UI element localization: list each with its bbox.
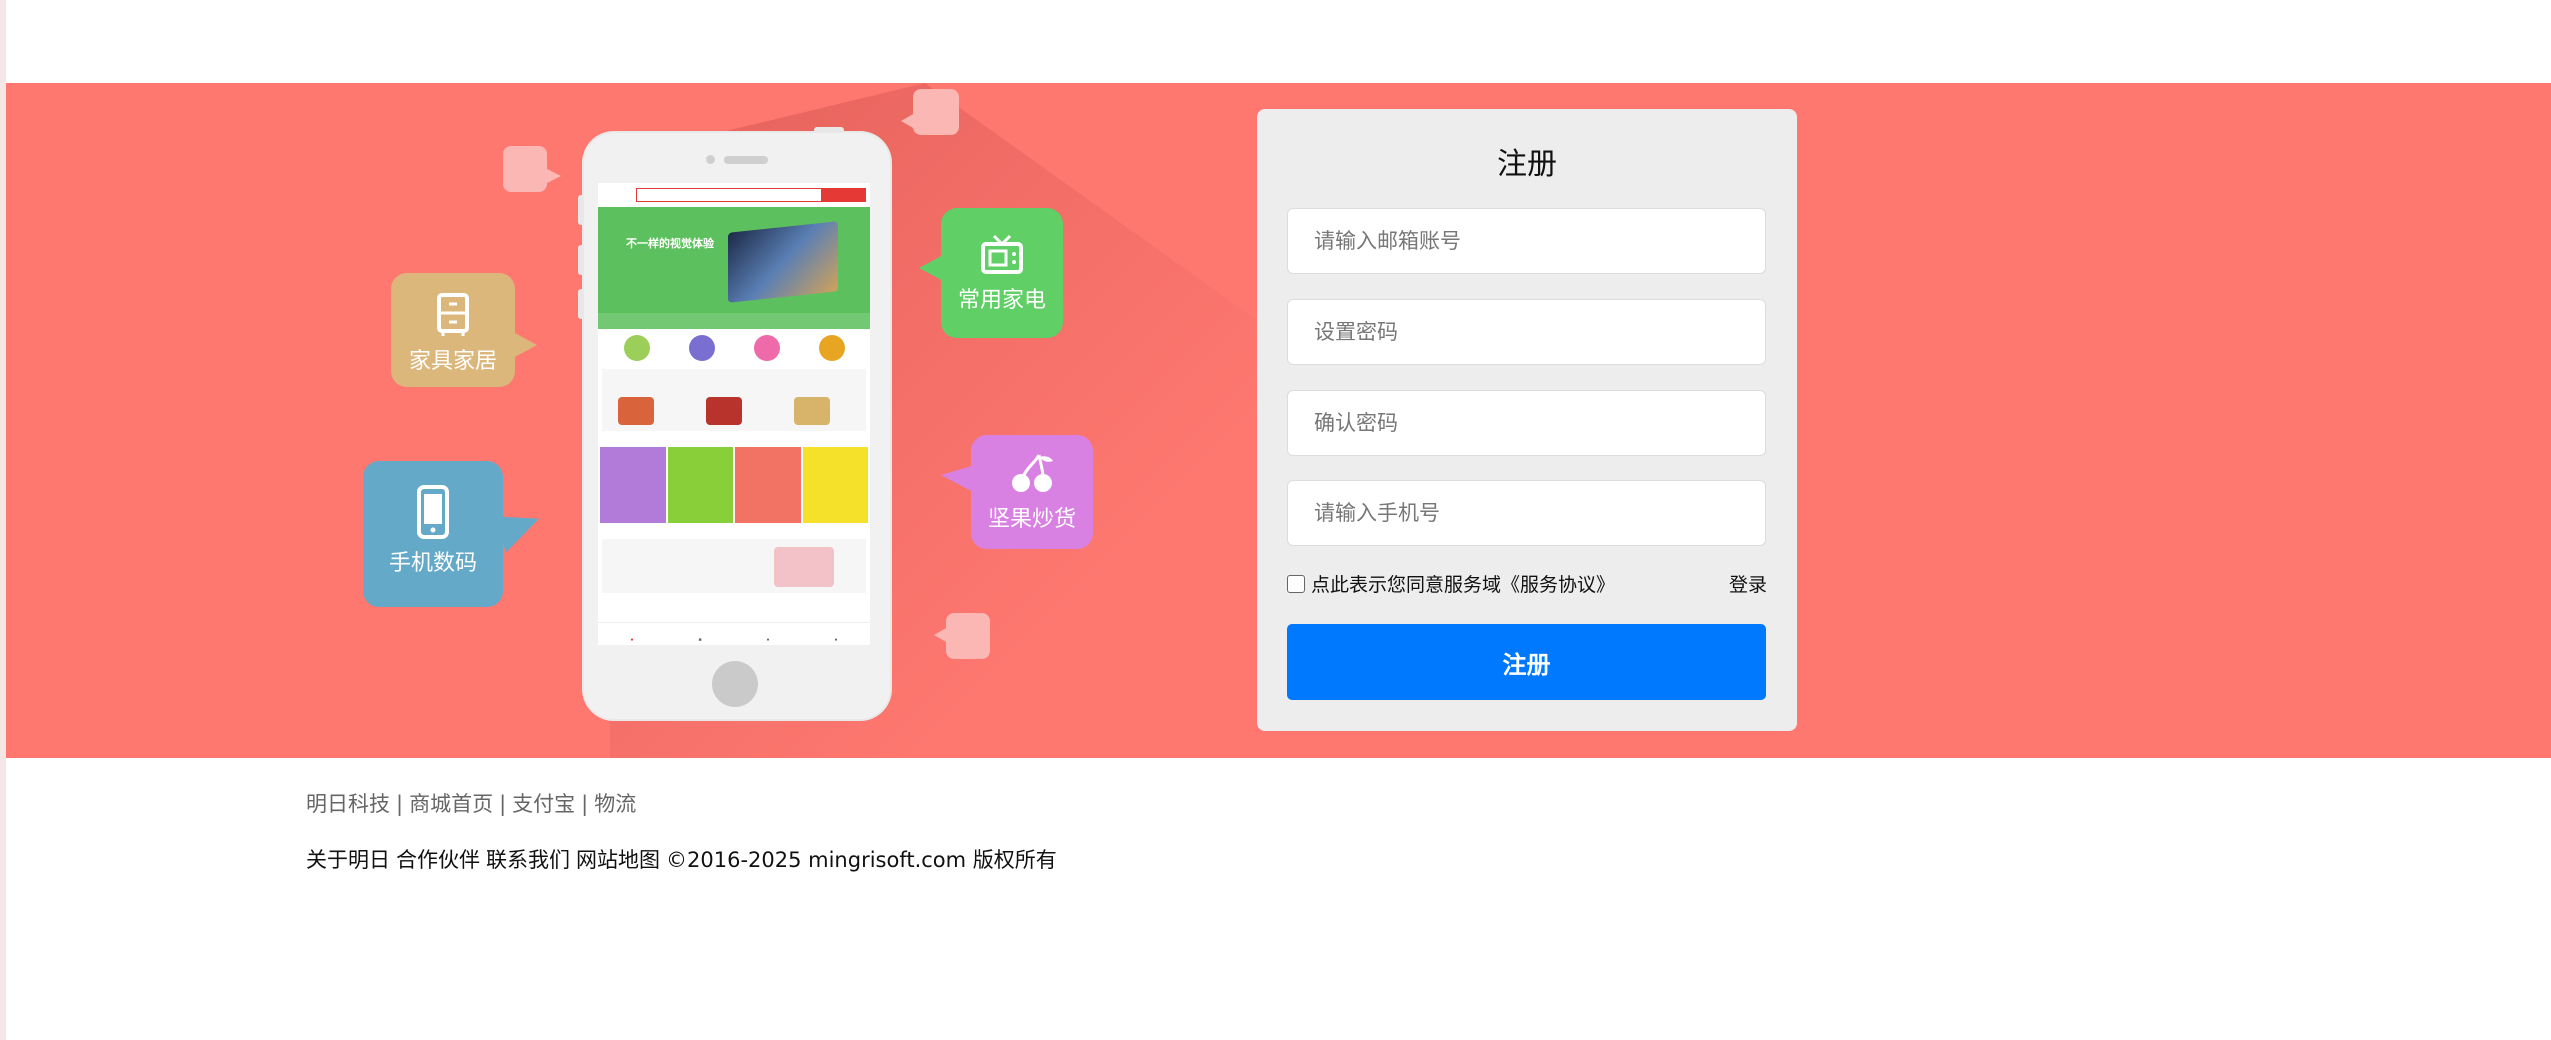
register-button[interactable]: 注册 — [1287, 624, 1766, 700]
agreement[interactable]: 点此表示您同意服务域《服务协议》 — [1287, 570, 1615, 597]
footer-link-alipay[interactable]: 支付宝 — [512, 792, 575, 816]
decor-bubble — [503, 146, 561, 192]
screen-product-row — [602, 539, 866, 593]
confirm-password-field[interactable] — [1287, 390, 1766, 456]
phone-side-button — [578, 245, 584, 275]
footer-link-logistics[interactable]: 物流 — [594, 792, 636, 816]
screen-icon-row — [598, 329, 870, 363]
phone-mockup: 不一样的视觉体验 ● ■ ● ● — [578, 127, 890, 719]
footer-link-mall-home[interactable]: 商城首页 — [409, 792, 493, 816]
screen-product-row — [602, 369, 866, 431]
screen-divider — [598, 523, 870, 533]
cherry-icon — [1012, 454, 1053, 492]
screen-bottom-nav: ● ■ ● ● — [598, 622, 870, 645]
category-label: 家具家居 — [408, 349, 497, 374]
phone-side-button — [578, 195, 584, 225]
category-appliances[interactable]: 常用家电 — [919, 208, 1063, 338]
screen-hero: 不一样的视觉体验 — [598, 207, 870, 329]
screen-tv-image — [728, 221, 838, 303]
screen-hero-title: 不一样的视觉体验 — [626, 238, 714, 250]
phone-side-button — [578, 289, 584, 319]
form-title: 注册 — [1497, 147, 1557, 182]
register-form: 注册 点此表示您同意服务域《服务协议》 登录 注册 — [1257, 109, 1797, 731]
category-label: 手机数码 — [388, 551, 477, 576]
phone-camera — [706, 155, 715, 164]
footer-sitemap[interactable]: 网站地图 — [576, 848, 660, 872]
category-digital[interactable]: 手机数码 — [363, 461, 503, 607]
hero-banner: 家具家居 手机数码 常用家电 坚果炒货 不一样的视觉体验 ● ■ ● ● 注册 … — [6, 83, 2551, 758]
decor-bubble — [901, 89, 959, 135]
phone-power-button — [814, 127, 844, 133]
footer-info: 关于明日 合作伙伴 联系我们 网站地图 ©2016-2025 mingrisoft.co… — [306, 844, 1063, 874]
smartphone-icon — [417, 485, 449, 539]
footer-about[interactable]: 关于明日 — [306, 848, 390, 872]
footer-partners[interactable]: 合作伙伴 — [396, 848, 480, 872]
cabinet-icon — [437, 293, 469, 336]
footer-copyright: ©2016-2025 mingrisoft.com 版权所有 — [666, 848, 1057, 872]
category-label: 常用家电 — [957, 288, 1046, 313]
agreement-label: 点此表示您同意服务域《服务协议》 — [1311, 574, 1616, 596]
decor-bubble — [934, 613, 990, 659]
screen-search-bar — [636, 188, 866, 202]
phone-field[interactable] — [1287, 480, 1766, 546]
password-field[interactable] — [1287, 299, 1766, 365]
footer-links: 明日科技 | 商城首页 | 支付宝 | 物流 — [306, 792, 637, 816]
email-field[interactable] — [1287, 208, 1766, 274]
screen-hero-bar — [598, 313, 870, 329]
agreement-checkbox[interactable] — [1287, 574, 1305, 593]
login-link[interactable]: 登录 — [1729, 570, 1767, 597]
category-label: 坚果炒货 — [987, 507, 1076, 532]
phone-speaker — [724, 156, 768, 164]
screen-divider — [598, 437, 870, 447]
category-furniture[interactable]: 家具家居 — [391, 273, 537, 387]
screen-tiles — [600, 447, 868, 523]
tv-icon — [981, 234, 1023, 274]
phone-screen: 不一样的视觉体验 ● ■ ● ● — [598, 183, 870, 645]
category-snacks[interactable]: 坚果炒货 — [941, 435, 1093, 549]
screen-header — [598, 183, 870, 207]
footer-contact[interactable]: 联系我们 — [486, 848, 570, 872]
footer-link-mingri[interactable]: 明日科技 — [306, 792, 390, 816]
phone-home-button — [712, 661, 758, 707]
